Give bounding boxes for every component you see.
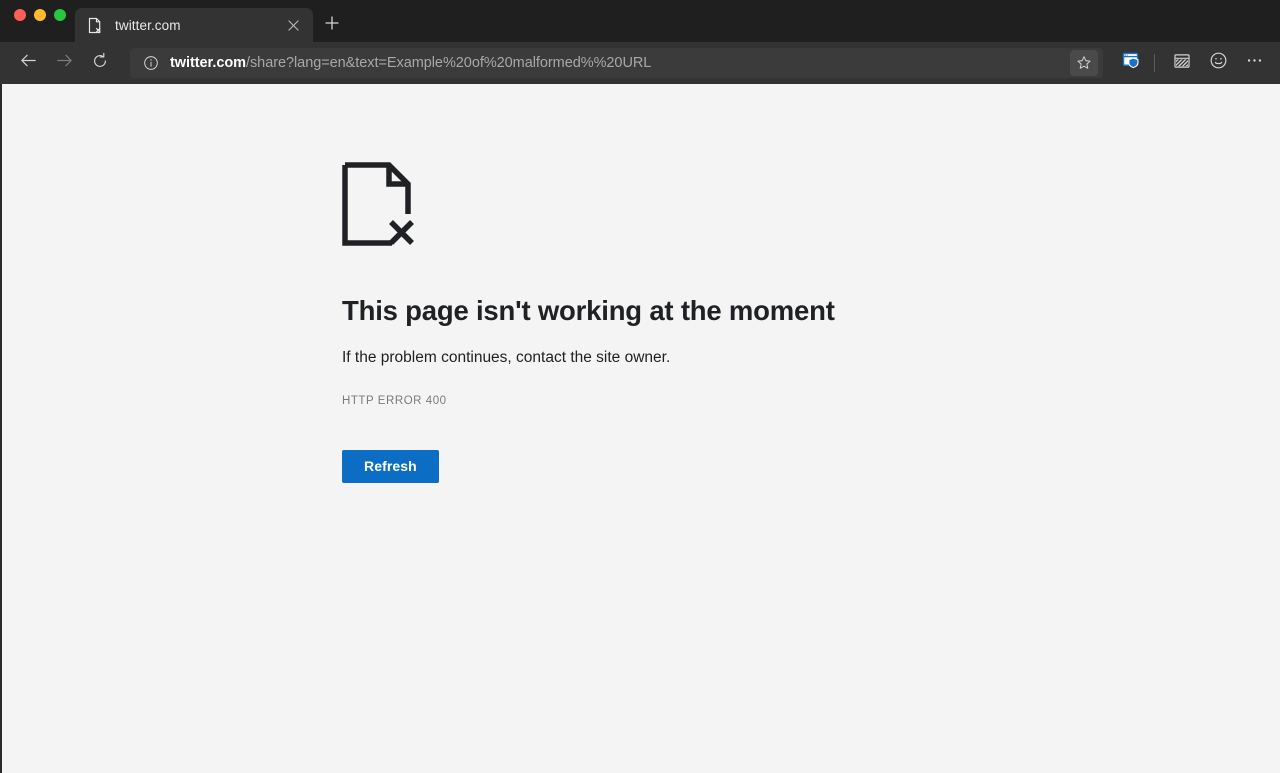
refresh-button[interactable]: Refresh [342, 450, 439, 483]
close-window-button[interactable] [14, 9, 26, 21]
tab-strip: twitter.com [75, 0, 1280, 42]
back-arrow-icon [19, 51, 38, 75]
url-host: twitter.com [170, 56, 246, 71]
reload-button[interactable] [84, 47, 116, 79]
browser-window: twitter.com [0, 0, 1280, 773]
plus-icon [325, 16, 339, 35]
address-bar[interactable]: twitter.com/share?lang=en&text=Example%2… [130, 48, 1103, 78]
browser-toolbar: twitter.com/share?lang=en&text=Example%2… [0, 42, 1280, 84]
page-title: This page isn't working at the moment [342, 294, 1280, 327]
settings-and-more-button[interactable] [1238, 47, 1270, 79]
new-tab-button[interactable] [317, 10, 347, 40]
page-viewport: This page isn't working at the moment If… [0, 84, 1280, 773]
reload-icon [91, 52, 109, 75]
feedback-button[interactable] [1202, 47, 1234, 79]
star-icon[interactable] [1070, 50, 1098, 76]
info-circle-icon[interactable] [140, 52, 162, 74]
forward-button[interactable] [48, 47, 80, 79]
forward-arrow-icon [55, 51, 74, 75]
close-icon[interactable] [281, 13, 305, 37]
tab-title: twitter.com [115, 18, 281, 33]
traffic-lights [0, 0, 75, 42]
collections-button[interactable] [1166, 47, 1198, 79]
browser-tab-twitter[interactable]: twitter.com [75, 8, 313, 42]
url-path: /share?lang=en&text=Example%20of%20malfo… [246, 56, 651, 71]
maximize-window-button[interactable] [54, 9, 66, 21]
broken-page-icon [87, 17, 104, 34]
title-bar: twitter.com [0, 0, 1280, 42]
url-display[interactable]: twitter.com/share?lang=en&text=Example%2… [170, 56, 1070, 71]
ellipsis-icon [1245, 51, 1264, 75]
smiley-icon [1209, 51, 1228, 75]
error-page: This page isn't working at the moment If… [2, 84, 1280, 483]
toolbar-divider [1154, 54, 1155, 72]
minimize-window-button[interactable] [34, 9, 46, 21]
browser-shield-icon [1122, 51, 1141, 75]
back-button[interactable] [12, 47, 44, 79]
tracking-prevention-button[interactable] [1115, 47, 1147, 79]
broken-page-icon [342, 162, 414, 246]
error-code: HTTP ERROR 400 [342, 395, 1280, 407]
error-subtext: If the problem continues, contact the si… [342, 347, 1280, 369]
collections-icon [1173, 52, 1191, 75]
